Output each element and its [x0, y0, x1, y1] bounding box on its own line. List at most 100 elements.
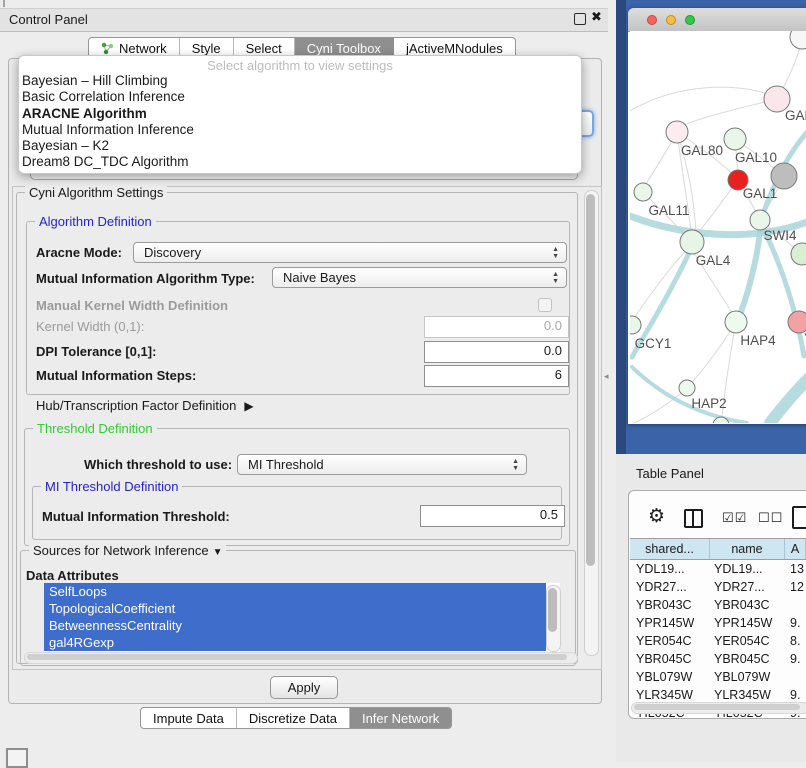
table-row[interactable]: YER054CYER054C8. [630, 632, 806, 650]
panel-collapse-handle[interactable]: ◂ [604, 371, 609, 382]
gear-icon[interactable]: ⚙ [648, 505, 665, 528]
mi-threshold-group-label: MI Threshold Definition [41, 479, 182, 494]
network-node-gal10[interactable] [724, 128, 746, 150]
data-attribute-item[interactable]: BetweennessCentrality [44, 617, 546, 634]
table-panel-title: Table Panel [636, 466, 704, 481]
network-node-swi4[interactable] [750, 210, 770, 230]
minimize-traffic-light-icon[interactable] [666, 15, 676, 25]
network-window-titlebar[interactable] [628, 8, 806, 32]
network-node-label: GAL80 [681, 143, 723, 158]
table-column-header[interactable]: shared... [630, 539, 710, 559]
mi-type-combo[interactable]: Naive Bayes ▲▼ [272, 267, 567, 288]
mi-threshold-field[interactable]: 0.5 [420, 505, 565, 527]
network-node-label: GAL11 [648, 203, 689, 218]
table-row[interactable]: YBL079WYBL079W [630, 668, 806, 686]
network-edge [634, 388, 687, 423]
table-row[interactable]: YPR145WYPR145W9. [630, 614, 806, 632]
network-node-gal4[interactable] [680, 230, 704, 254]
mi-type-label: Mutual Information Algorithm Type: [36, 271, 255, 286]
columns-icon[interactable] [684, 509, 703, 528]
table-header-row: shared...nameA [630, 538, 806, 560]
hub-definition-expander[interactable]: Hub/Transcription Factor Definition▶ [36, 398, 254, 413]
algorithm-option[interactable]: Bayesian – K2 [19, 138, 581, 154]
network-node-hap4[interactable] [725, 311, 747, 333]
table-row[interactable]: YBR043CYBR043C [630, 596, 806, 614]
table-column-header[interactable]: name [710, 539, 785, 559]
kernel-width-field[interactable]: 0.0 [424, 316, 569, 338]
document-icon[interactable] [792, 506, 806, 529]
table-row[interactable]: YBR045CYBR045C9. [630, 650, 806, 668]
settings-scrollbar[interactable] [584, 190, 599, 656]
data-attribute-item[interactable]: TopologicalCoefficient [44, 600, 546, 617]
table-row[interactable]: YDL19...YDL19...13 [630, 560, 806, 578]
tab-discretize-data[interactable]: Discretize Data [237, 708, 350, 728]
table-cell: YBL079W [710, 668, 785, 686]
network-node-hap2[interactable] [679, 380, 695, 396]
tab-label: Network [119, 41, 167, 56]
table-row[interactable]: YDR27...YDR27...12 [630, 578, 806, 596]
corner-grip-icon [6, 748, 28, 768]
network-node-label: GAL10 [735, 150, 777, 165]
network-node[interactable] [771, 163, 797, 189]
attributes-list-scrollbar[interactable] [546, 585, 561, 652]
table-cell: YER054C [710, 632, 785, 650]
table-cell: 8. [785, 632, 806, 650]
data-attributes-list: SelfLoopsTopologicalCoefficientBetweenne… [44, 583, 560, 652]
attributes-hscrollbar[interactable] [24, 652, 578, 664]
network-node-label: SWI4 [763, 228, 796, 243]
popup-header: Select algorithm to view settings [19, 56, 581, 73]
mi-steps-field[interactable]: 6 [424, 365, 569, 387]
network-node-gal11[interactable] [634, 183, 652, 201]
cyni-bottom-tabs: Impute DataDiscretize DataInfer Network [140, 707, 452, 729]
which-threshold-value: MI Threshold [248, 457, 324, 472]
spinner-icon: ▲▼ [552, 246, 559, 260]
network-canvas[interactable]: GALGAL80GAL10GAL1GAL11GAL4SWI4GCY1HAP4YH… [630, 31, 806, 423]
sources-group-label[interactable]: Sources for Network Inference▼ [29, 543, 226, 560]
algorithm-list: Bayesian – Hill ClimbingBasic Correlatio… [19, 73, 581, 171]
float-panel-icon[interactable] [574, 13, 586, 25]
network-edge [741, 231, 760, 312]
mi-threshold-label: Mutual Information Threshold: [42, 509, 230, 524]
network-node-label: GAL4 [696, 253, 731, 268]
manual-kernel-label: Manual Kernel Width Definition [36, 298, 228, 313]
expander-right-icon: ▶ [244, 399, 253, 413]
algorithm-option[interactable]: Dream8 DC_TDC Algorithm [19, 154, 581, 170]
table-cell: YBR045C [630, 650, 710, 668]
network-node-gcy1[interactable] [630, 316, 641, 334]
spinner-icon: ▲▼ [552, 271, 559, 285]
which-threshold-label: Which threshold to use: [84, 457, 232, 472]
network-node-label: HAP2 [691, 396, 726, 411]
table-cell: YER054C [630, 632, 710, 650]
deselect-all-checks-icon[interactable]: ☐☐ [758, 510, 783, 526]
kernel-width-label: Kernel Width (0,1): [36, 319, 144, 334]
threshold-definition-label: Threshold Definition [33, 421, 157, 436]
table-cell: YBR043C [630, 596, 710, 614]
table-cell: 9. [785, 650, 806, 668]
algorithm-option[interactable]: Basic Correlation Inference [19, 89, 581, 105]
data-attribute-item[interactable]: SelfLoops [44, 583, 546, 600]
aracne-mode-combo[interactable]: Discovery ▲▼ [133, 242, 567, 263]
network-node[interactable] [790, 31, 806, 49]
tab-infer-network[interactable]: Infer Network [350, 708, 451, 728]
algorithm-option[interactable]: Bayesian – Hill Climbing [19, 73, 581, 89]
table-hscrollbar[interactable] [631, 702, 806, 714]
network-node-gal80[interactable] [666, 121, 688, 143]
data-attribute-item[interactable]: gal4RGexp [44, 634, 546, 651]
zoom-traffic-light-icon[interactable] [685, 15, 695, 25]
algorithm-option[interactable]: ARACNE Algorithm [19, 106, 581, 122]
mi-steps-label: Mutual Information Steps: [36, 368, 196, 383]
manual-kernel-checkbox[interactable] [538, 298, 552, 312]
table-column-header[interactable]: A [785, 539, 806, 559]
algorithm-option[interactable]: Mutual Information Inference [19, 122, 581, 138]
close-panel-icon[interactable]: ✖ [591, 9, 602, 25]
dpi-tolerance-field[interactable]: 0.0 [424, 341, 569, 363]
table-cell: YBR043C [710, 596, 785, 614]
apply-button[interactable]: Apply [270, 676, 338, 699]
network-node-y[interactable] [788, 311, 806, 333]
close-traffic-light-icon[interactable] [647, 15, 657, 25]
tab-impute-data[interactable]: Impute Data [141, 708, 237, 728]
table-cell: YPR145W [630, 614, 710, 632]
which-threshold-combo[interactable]: MI Threshold ▲▼ [237, 454, 527, 475]
select-all-checks-icon[interactable]: ☑☑ [722, 510, 747, 526]
expander-down-icon: ▼ [213, 545, 223, 560]
